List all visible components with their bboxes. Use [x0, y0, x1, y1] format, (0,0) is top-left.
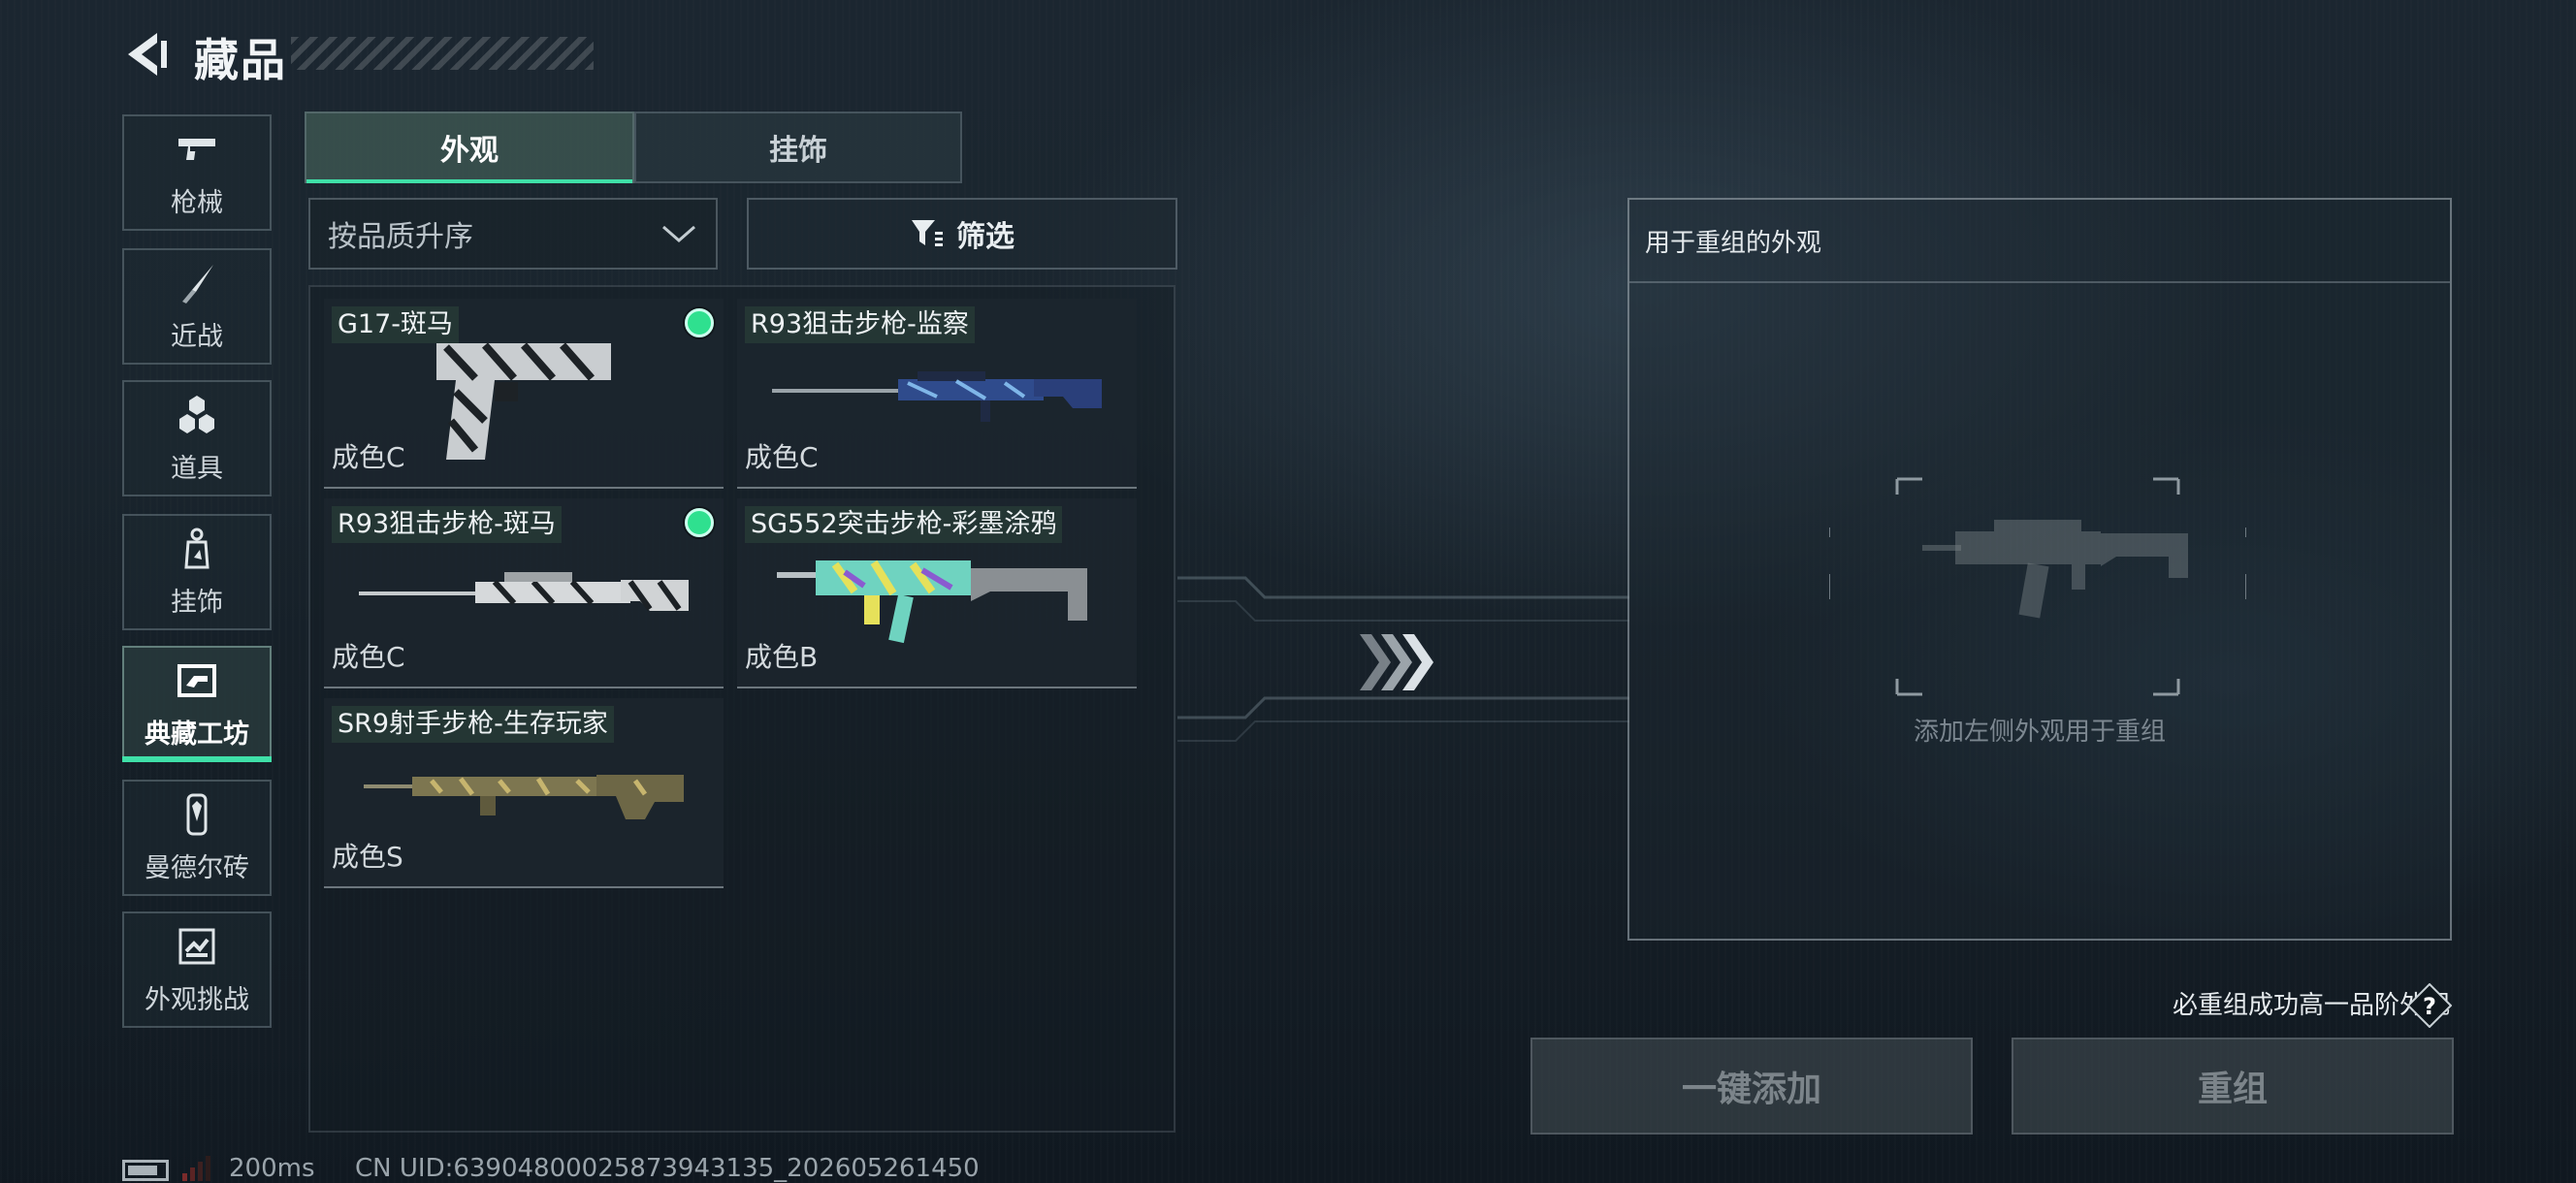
challenge-icon — [178, 928, 215, 964]
skin-list: G17-斑马 成色C R93狙击步枪-监察 成色C R93狙击步枪-斑马 成色C — [308, 285, 1175, 1133]
mandel-brick-icon — [186, 793, 208, 835]
sort-dropdown[interactable]: 按品质升序 — [308, 198, 718, 270]
skin-name: R93狙击步枪-监察 — [745, 306, 975, 343]
sidebar-item-label: 枪械 — [171, 187, 223, 218]
sort-value: 按品质升序 — [328, 220, 473, 254]
sidebar-item-challenge[interactable]: 外观挑战 — [122, 911, 272, 1028]
knife-icon — [182, 264, 213, 304]
pistol-skin-image — [436, 342, 611, 460]
dmr-skin-image — [364, 774, 684, 819]
selected-indicator — [685, 308, 714, 337]
skin-card[interactable]: G17-斑马 成色C — [324, 299, 724, 489]
divider — [1629, 281, 2450, 283]
skin-card[interactable]: SR9射手步枪-生存玩家 成色S — [324, 698, 724, 888]
rifle-skin-image — [777, 560, 1087, 644]
skin-grade: 成色C — [745, 441, 819, 473]
regroup-panel: 用于重组的外观 添加左侧外观用于重组 — [1627, 198, 2452, 941]
skin-name: SG552突击步枪-彩墨涂鸦 — [745, 506, 1063, 543]
tab-charms[interactable]: 挂饰 — [634, 112, 962, 183]
sidebar-item-guns[interactable]: 枪械 — [122, 114, 272, 231]
regroup-button[interactable]: 重组 — [2012, 1038, 2454, 1135]
pistol-icon — [178, 138, 215, 160]
ping-value: 200ms — [229, 1154, 315, 1183]
battery-icon — [122, 1160, 169, 1181]
sidebar-item-items[interactable]: 道具 — [122, 380, 272, 496]
question-icon[interactable]: ? — [2407, 983, 2452, 1028]
sniper-skin-image — [359, 571, 689, 611]
user-uid: CN UID:63904800025873943135_202605261450 — [355, 1154, 980, 1183]
hexagon-cluster-icon — [179, 395, 214, 433]
regroup-panel-title: 用于重组的外观 — [1645, 229, 1822, 258]
filter-button[interactable]: 筛选 — [747, 198, 1177, 270]
filter-label: 筛选 — [956, 220, 1014, 254]
keychain-icon — [184, 528, 209, 568]
skin-grade: 成色C — [332, 441, 405, 473]
sidebar-item-label: 典藏工坊 — [145, 719, 249, 750]
sidebar-item-label: 道具 — [171, 453, 223, 484]
skin-card[interactable]: SG552突击步枪-彩墨涂鸦 成色B — [737, 498, 1137, 688]
sidebar-item-workshop[interactable]: 典藏工坊 — [122, 646, 272, 762]
tab-appearance[interactable]: 外观 — [305, 112, 634, 183]
title-decoration — [291, 37, 594, 70]
sidebar-item-melee[interactable]: 近战 — [122, 248, 272, 365]
sidebar-item-label: 近战 — [171, 321, 223, 352]
skin-card[interactable]: R93狙击步枪-监察 成色C — [737, 299, 1137, 489]
svg-text:?: ? — [2423, 993, 2436, 1020]
skin-grade: 成色B — [745, 641, 819, 673]
chevron-right-icon — [1360, 634, 1433, 690]
skin-grade: 成色C — [332, 641, 405, 673]
skin-name: SR9射手步枪-生存玩家 — [332, 706, 614, 743]
skin-grade: 成色S — [332, 841, 403, 873]
back-arrow-icon[interactable] — [118, 27, 173, 81]
skin-name: G17-斑马 — [332, 306, 460, 343]
one-click-add-button[interactable]: 一键添加 — [1530, 1038, 1973, 1135]
page-title: 藏品 — [194, 34, 287, 86]
chevron-down-icon — [662, 225, 695, 242]
skin-card[interactable]: R93狙击步枪-斑马 成色C — [324, 498, 724, 688]
skin-name: R93狙击步枪-斑马 — [332, 506, 562, 543]
empty-slot-rifle-icon[interactable] — [1829, 477, 2246, 696]
one-click-add-label: 一键添加 — [1681, 1070, 1821, 1109]
workshop-frame-icon — [177, 663, 216, 697]
signal-icon — [182, 1156, 210, 1181]
sniper-skin-image — [772, 370, 1102, 422]
sidebar-item-charms[interactable]: 挂饰 — [122, 514, 272, 630]
regroup-hint: 添加左侧外观用于重组 — [1913, 718, 2166, 747]
sidebar-item-mandel[interactable]: 曼德尔砖 — [122, 780, 272, 896]
regroup-label: 重组 — [2197, 1070, 2268, 1109]
selected-indicator — [685, 508, 714, 537]
sidebar-item-label: 挂饰 — [171, 587, 223, 618]
filter-icon — [912, 220, 943, 246]
sidebar-item-label: 外观挑战 — [145, 984, 249, 1015]
sidebar-item-label: 曼德尔砖 — [145, 852, 249, 883]
